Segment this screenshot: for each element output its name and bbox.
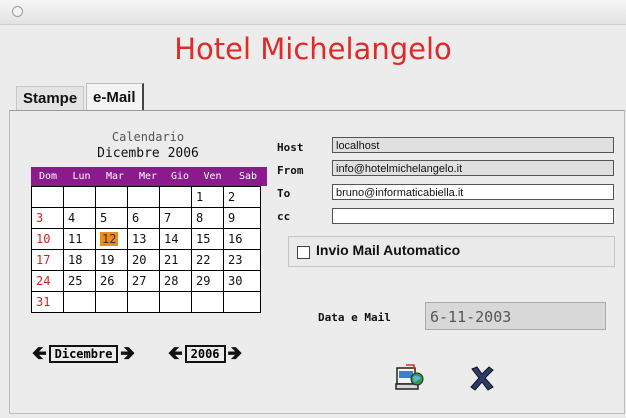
weekday-label: Dom (38, 171, 58, 182)
calendar-day[interactable]: 17 (32, 250, 64, 271)
to-label: To (277, 187, 291, 200)
cc-field[interactable] (332, 208, 614, 224)
calendar-week: 1 2 (32, 187, 261, 208)
tab-email[interactable]: e-Mail (86, 83, 144, 111)
calendar-day[interactable]: 26 (96, 271, 128, 292)
calendar-grid: 1 2 3 4 5 6 7 8 9 10 11 12 13 14 15 16 1… (31, 186, 261, 313)
host-label: Host (277, 141, 304, 154)
send-mail-button[interactable] (394, 362, 426, 394)
calendar-day[interactable] (32, 187, 64, 208)
calendar-day[interactable] (160, 292, 192, 313)
date-mail-field[interactable]: 6-11-2003 (425, 302, 606, 330)
month-nav-label: Dicembre (48, 345, 119, 363)
weekday-label: Gio (170, 171, 190, 182)
date-mail-label: Data e Mail (318, 311, 391, 324)
calendar-day[interactable]: 10 (32, 229, 64, 250)
calendar-day[interactable]: 28 (160, 271, 192, 292)
calendar-day[interactable]: 25 (64, 271, 96, 292)
app-title: Hotel Michelangelo (174, 32, 452, 66)
calendar-day[interactable]: 30 (224, 271, 261, 292)
close-button[interactable] (466, 362, 498, 394)
calendar-day[interactable]: 8 (192, 208, 224, 229)
calendar-day[interactable] (64, 187, 96, 208)
prev-month-arrow-icon[interactable]: 🡸 (32, 345, 47, 363)
host-field[interactable]: localhost (332, 137, 614, 153)
window-titlebar (0, 0, 626, 25)
cc-label: cc (277, 210, 291, 223)
calendar-day[interactable]: 11 (64, 229, 96, 250)
calendar-day[interactable]: 6 (128, 208, 160, 229)
calendar-day[interactable] (224, 292, 261, 313)
weekday-label: Mar (105, 171, 125, 182)
calendar-day[interactable] (96, 292, 128, 313)
calendar-day[interactable]: 1 (192, 187, 224, 208)
calendar-day[interactable]: 23 (224, 250, 261, 271)
calendar-day[interactable]: 24 (32, 271, 64, 292)
prev-year-arrow-icon[interactable]: 🡸 (168, 345, 183, 363)
calendar-day[interactable]: 13 (128, 229, 160, 250)
from-label: From (277, 164, 304, 177)
calendar-day[interactable]: 2 (224, 187, 261, 208)
auto-mail-checkbox[interactable] (297, 246, 310, 259)
calendar-label: Calendario (111, 130, 185, 144)
calendar-day[interactable] (64, 292, 96, 313)
calendar-day[interactable]: 19 (96, 250, 128, 271)
calendar-day[interactable] (96, 187, 128, 208)
send-mail-icon (395, 364, 424, 390)
calendar-week: 10 11 12 13 14 15 16 (32, 229, 261, 250)
calendar-day[interactable]: 18 (64, 250, 96, 271)
calendar-day[interactable] (160, 187, 192, 208)
calendar-day[interactable]: 29 (192, 271, 224, 292)
calendar-week: 31 (32, 292, 261, 313)
weekday-label: Sab (238, 171, 258, 182)
year-nav-label: 2006 (184, 345, 226, 363)
to-field[interactable]: bruno@informaticabiella.it (332, 184, 614, 200)
year-navigator: 🡸 2006 🡺 (168, 345, 242, 363)
from-field[interactable]: info@hotelmichelangelo.it (332, 160, 614, 176)
calendar-day[interactable]: 20 (128, 250, 160, 271)
close-x-icon (470, 366, 494, 391)
selected-day-label: 12 (100, 232, 119, 246)
weekday-label: Mer (138, 171, 158, 182)
calendar-weekday-header: Dom Lun Mar Mer Gio Ven Sab (31, 167, 267, 186)
calendar-day[interactable]: 22 (192, 250, 224, 271)
calendar-day[interactable]: 21 (160, 250, 192, 271)
calendar-week: 17 18 19 20 21 22 23 (32, 250, 261, 271)
calendar-week: 24 25 26 27 28 29 30 (32, 271, 261, 292)
tab-stampe[interactable]: Stampe (16, 86, 85, 111)
auto-mail-label[interactable]: Invio Mail Automatico (316, 242, 460, 258)
next-year-arrow-icon[interactable]: 🡺 (228, 345, 243, 363)
calendar-day[interactable]: 27 (128, 271, 160, 292)
calendar-month-year: Dicembre 2006 (97, 146, 199, 161)
calendar-day[interactable]: 14 (160, 229, 192, 250)
window-close-dot-icon[interactable] (12, 6, 23, 17)
calendar-day[interactable]: 15 (192, 229, 224, 250)
calendar-day[interactable]: 7 (160, 208, 192, 229)
month-navigator: 🡸 Dicembre 🡺 (32, 345, 135, 363)
calendar-day[interactable]: 3 (32, 208, 64, 229)
calendar-day[interactable]: 5 (96, 208, 128, 229)
next-month-arrow-icon[interactable]: 🡺 (120, 345, 135, 363)
calendar-week: 3 4 5 6 7 8 9 (32, 208, 261, 229)
calendar-day[interactable] (128, 292, 160, 313)
weekday-label: Ven (203, 171, 222, 182)
calendar-day[interactable] (128, 187, 160, 208)
calendar-day[interactable]: 16 (224, 229, 261, 250)
calendar-day-selected[interactable]: 12 (96, 229, 128, 250)
calendar-day[interactable]: 9 (224, 208, 261, 229)
calendar-day[interactable]: 4 (64, 208, 96, 229)
weekday-label: Lun (72, 171, 91, 182)
calendar-day[interactable] (192, 292, 224, 313)
calendar-day[interactable]: 31 (32, 292, 64, 313)
